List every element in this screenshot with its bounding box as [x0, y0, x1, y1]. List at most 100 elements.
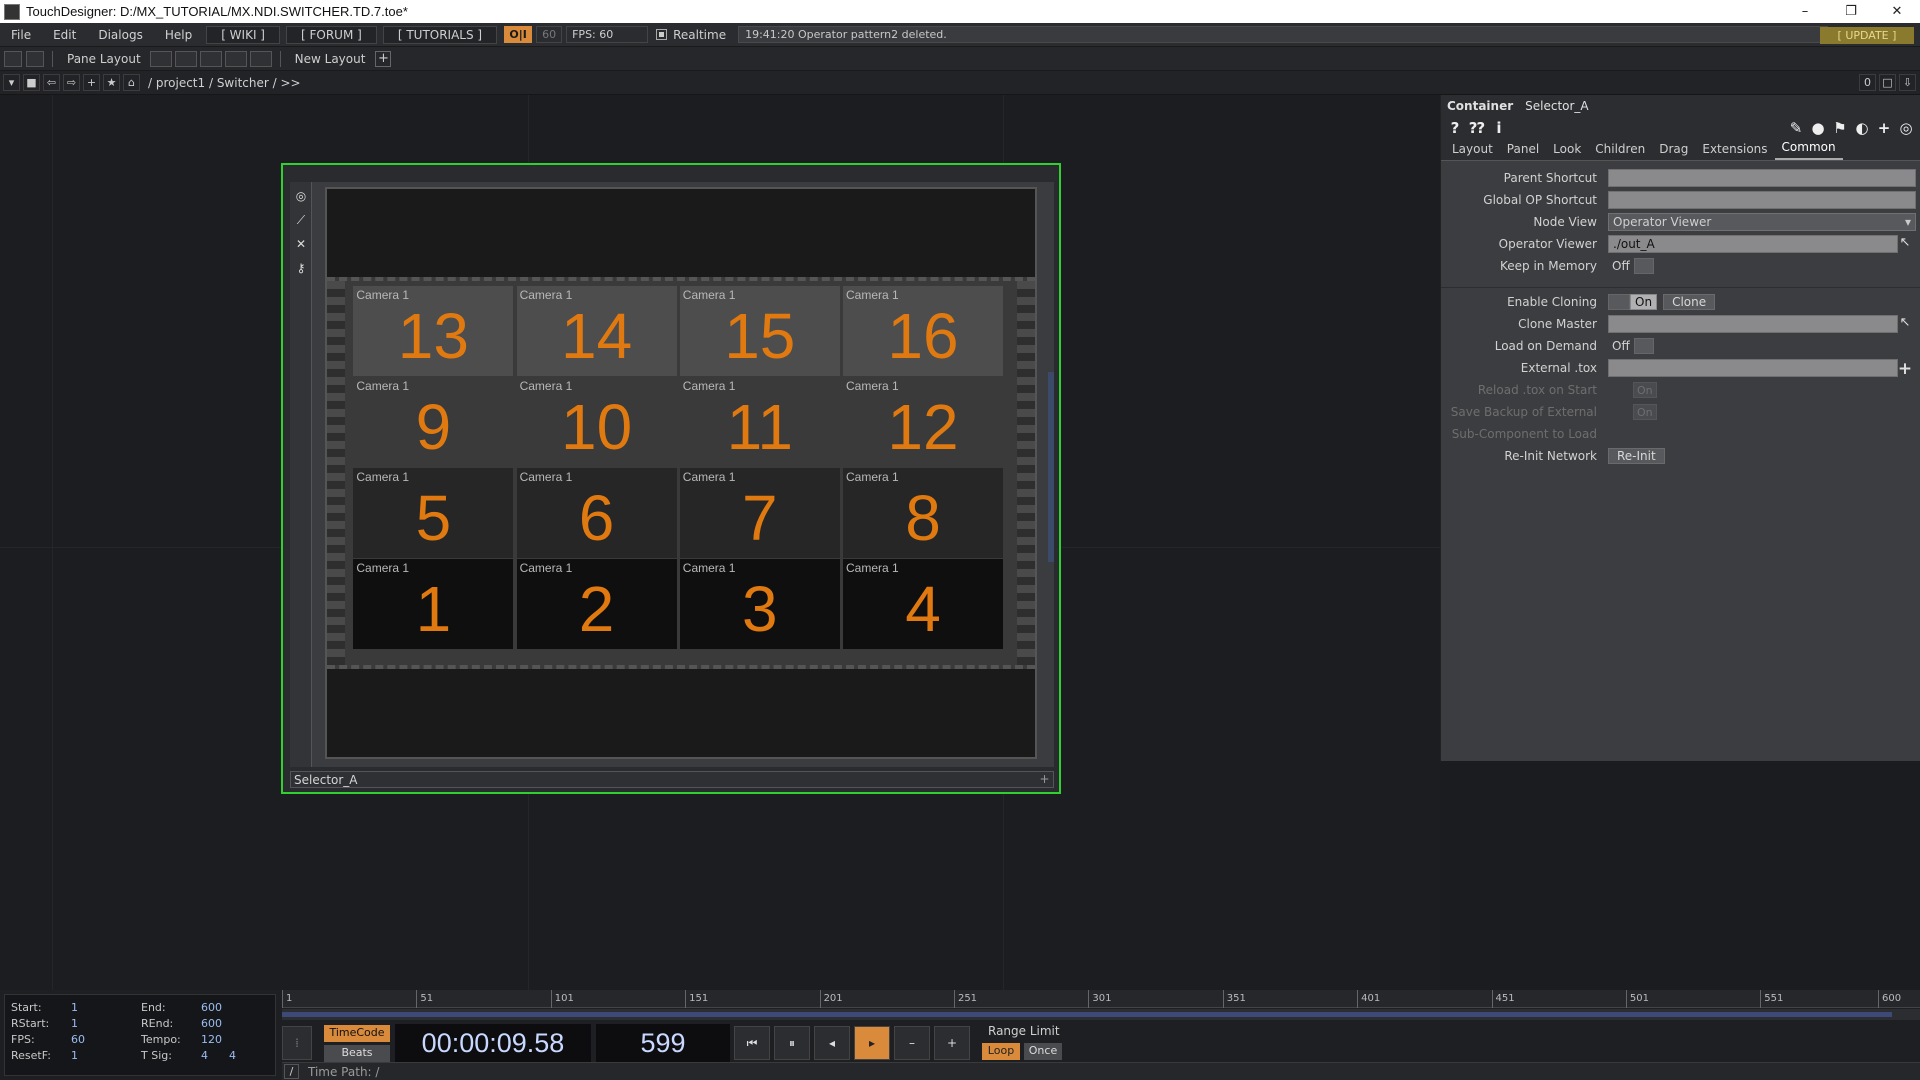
tab-extensions[interactable]: Extensions: [1695, 142, 1774, 160]
camera-tile[interactable]: Camera 1 12: [843, 377, 1003, 467]
node-view-dropdown[interactable]: Operator Viewer: [1608, 213, 1916, 231]
loop-button[interactable]: Loop: [982, 1043, 1020, 1060]
enable-cloning-toggle[interactable]: On Clone: [1608, 294, 1716, 311]
frame-display[interactable]: 599: [596, 1024, 730, 1062]
pick-op-icon[interactable]: ↖: [1896, 315, 1914, 333]
pane-menu-icon[interactable]: ⇩: [1899, 74, 1916, 91]
clone-button[interactable]: Clone: [1663, 294, 1716, 310]
camera-tile[interactable]: Camera 15: [353, 468, 514, 559]
star-icon[interactable]: ★: [103, 74, 120, 91]
play-icon[interactable]: ▸: [854, 1026, 890, 1060]
beats-mode-button[interactable]: Beats: [324, 1045, 390, 1062]
maximize-pane-icon[interactable]: □: [1879, 74, 1896, 91]
menu-dialogs[interactable]: Dialogs: [87, 28, 153, 42]
camera-tile[interactable]: Camera 18: [843, 468, 1003, 559]
menu-help[interactable]: Help: [154, 28, 203, 42]
once-button[interactable]: Once: [1024, 1043, 1062, 1060]
camera-tile[interactable]: Camera 1 15: [679, 285, 840, 376]
operator-viewer-field[interactable]: ./out_A: [1608, 235, 1898, 253]
target-icon[interactable]: ◎: [1898, 119, 1914, 137]
tab-panel[interactable]: Panel: [1500, 142, 1546, 160]
menu-edit[interactable]: Edit: [42, 28, 87, 42]
camera-tile[interactable]: Camera 13: [679, 559, 840, 650]
minimize-button[interactable]: –: [1782, 0, 1828, 23]
home-icon[interactable]: ⌂: [123, 74, 140, 91]
rewind-icon[interactable]: ⏮: [734, 1026, 770, 1060]
timeline-ruler[interactable]: 1 51 101 151 201 251 301 351 401 451 501 551 600: [282, 990, 1920, 1008]
pick-op-icon[interactable]: ↖: [1896, 235, 1914, 253]
pause-icon[interactable]: ⏸: [774, 1026, 810, 1060]
timeline-track[interactable]: [282, 1009, 1920, 1020]
info-value[interactable]: 4 4: [201, 1049, 236, 1062]
toggle-box[interactable]: [1633, 258, 1654, 274]
parent-shortcut-field[interactable]: [1608, 169, 1916, 187]
step-back-icon[interactable]: ◂: [814, 1026, 850, 1060]
tab-drag[interactable]: Drag: [1652, 142, 1695, 160]
oi-toggle[interactable]: O|I: [504, 26, 533, 43]
forum-button[interactable]: [ FORUM ]: [286, 25, 377, 44]
toggle-box[interactable]: [1633, 338, 1654, 354]
pane-type-icon[interactable]: [4, 50, 22, 67]
restore-button[interactable]: ❐: [1828, 0, 1874, 23]
pane-link-icon[interactable]: [26, 50, 44, 67]
info-value[interactable]: 600: [201, 1017, 222, 1030]
info-value[interactable]: 1: [71, 1049, 78, 1062]
target-icon[interactable]: ◎: [293, 188, 309, 204]
chevron-down-icon[interactable]: ▾: [3, 74, 20, 91]
info-value[interactable]: 120: [201, 1033, 222, 1046]
realtime-checkbox-icon[interactable]: [656, 29, 668, 40]
info-value[interactable]: 60: [71, 1033, 85, 1046]
reinit-button[interactable]: Re-Init: [1608, 448, 1665, 464]
time-path-button[interactable]: /: [284, 1064, 299, 1079]
tab-children[interactable]: Children: [1588, 142, 1652, 160]
info-value[interactable]: 1: [71, 1017, 78, 1030]
camera-tile[interactable]: Camera 1 16: [843, 285, 1003, 376]
layout-split-horizontal-icon[interactable]: [199, 50, 222, 67]
network-editor[interactable]: ◎ ⟋ ✕ ⚷ Camera 1 13 Camera 1 14 Camera 1 15 Ca…: [0, 95, 1440, 990]
toggle-state[interactable]: On: [1630, 294, 1658, 310]
layout-split-vertical-icon[interactable]: [174, 50, 197, 67]
toggle-box[interactable]: [1608, 294, 1630, 310]
camera-tile[interactable]: Camera 14: [843, 559, 1003, 650]
info-value[interactable]: 600: [201, 1001, 222, 1014]
flag-icon[interactable]: ⚑: [1832, 119, 1848, 137]
menu-file[interactable]: File: [0, 28, 42, 42]
help-icon[interactable]: ?: [1447, 119, 1463, 137]
camera-tile[interactable]: Camera 11: [353, 559, 514, 650]
add-layout-button[interactable]: +: [375, 50, 392, 67]
layout-single-icon[interactable]: [149, 50, 172, 67]
add-file-icon[interactable]: +: [1896, 359, 1914, 379]
plus-icon[interactable]: +: [83, 74, 100, 91]
realtime-toggle[interactable]: Realtime: [656, 28, 726, 42]
close-button[interactable]: ✕: [1874, 0, 1920, 23]
camera-tile[interactable]: Camera 1 14: [516, 285, 677, 376]
lock-icon[interactable]: ⚷: [293, 260, 309, 276]
layout-three-icon[interactable]: [224, 50, 247, 67]
camera-grid[interactable]: Camera 1 13 Camera 1 14 Camera 1 15 Camera 1 16…: [327, 277, 1035, 669]
close-icon[interactable]: ✕: [293, 236, 309, 252]
timecode-display[interactable]: 00:00:09.58: [395, 1024, 591, 1062]
wiki-button[interactable]: [ WIKI ]: [206, 25, 280, 44]
global-op-shortcut-field[interactable]: [1608, 191, 1916, 209]
operator-viewer[interactable]: Camera 1 13 Camera 1 14 Camera 1 15 Camera 1 16…: [325, 187, 1037, 759]
op-name[interactable]: Selector_A: [1525, 99, 1589, 113]
network-path[interactable]: / project1 / Switcher / >>: [148, 76, 301, 90]
camera-tile[interactable]: Camera 16: [516, 468, 677, 559]
python-help-icon[interactable]: ⁇: [1469, 119, 1485, 137]
add-icon[interactable]: +: [1876, 119, 1892, 137]
info-value[interactable]: 1: [71, 1001, 78, 1014]
pencil-icon[interactable]: ✎: [1788, 119, 1804, 137]
tab-common[interactable]: Common: [1774, 140, 1843, 160]
node-name[interactable]: Selector_A: [294, 773, 358, 787]
layout-quad-icon[interactable]: [249, 50, 272, 67]
external-tox-field[interactable]: [1608, 359, 1898, 377]
camera-tile[interactable]: Camera 17: [679, 468, 840, 559]
timeline-tool-icon[interactable]: ⁞: [282, 1026, 312, 1060]
tutorials-button[interactable]: [ TUTORIALS ]: [382, 25, 498, 44]
pen-icon[interactable]: ⟋: [293, 212, 309, 228]
stop-icon[interactable]: ■: [23, 74, 40, 91]
step-plus-icon[interactable]: +: [934, 1026, 970, 1060]
viewer-scrollbar[interactable]: [1048, 372, 1054, 562]
camera-tile[interactable]: Camera 19: [353, 377, 514, 467]
load-on-demand-toggle[interactable]: Off: [1608, 338, 1654, 355]
